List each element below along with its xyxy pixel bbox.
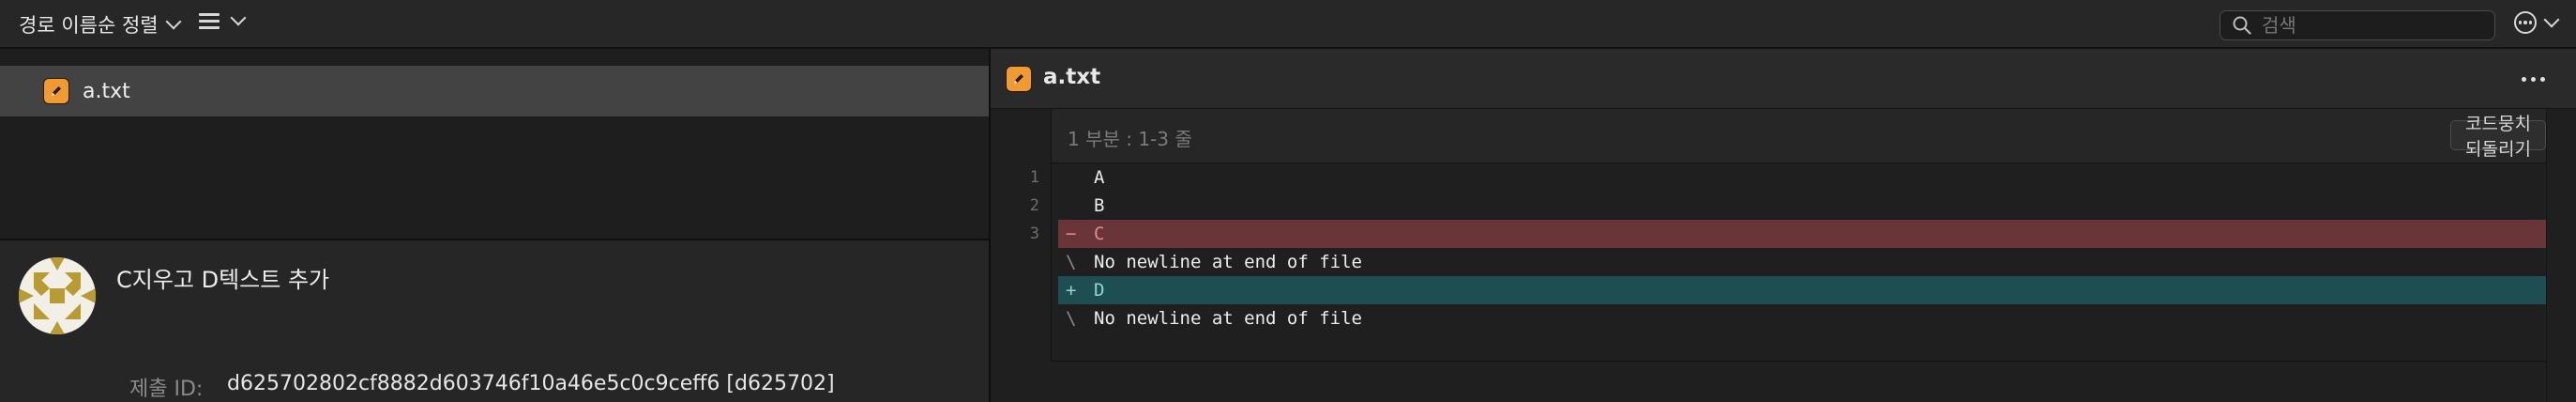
sort-label: 경로 이름순 정렬 [19, 14, 159, 37]
search-icon [2233, 16, 2251, 35]
more-options-button[interactable] [2514, 11, 2560, 34]
diff-line-text: No newline at end of file [1094, 252, 1362, 272]
file-list-item[interactable]: a.txt [0, 66, 989, 116]
hunk-header: 1 부분 : 1-3 줄 코드뭉치 되돌리기 [1051, 109, 2546, 163]
commit-details: C지우고 D텍스트 추가 제출 ID: d625702802cf8882d603… [0, 240, 989, 402]
sort-dropdown-button[interactable]: 경로 이름순 정렬 [19, 9, 182, 39]
deleted-line: 3 − C [991, 220, 2546, 248]
diff-header: a.txt [991, 49, 2576, 109]
pencil-icon [1006, 66, 1032, 92]
diff-line-text: No newline at end of file [1094, 308, 1362, 329]
diff-line-text: A [1094, 167, 1105, 188]
diff-lines: 1 A 2 B 3 − C \ No newline at end of file … [991, 163, 2546, 332]
line-number: 2 [1029, 196, 1039, 215]
added-line: + D [991, 276, 2546, 304]
commit-message: C지우고 D텍스트 추가 [116, 267, 330, 293]
file-name: a.txt [83, 79, 130, 103]
avatar [19, 257, 96, 334]
diff-marker: + [1066, 280, 1077, 301]
hunk-label: 1 부분 : 1-3 줄 [1068, 128, 1192, 150]
no-newline-note: \ No newline at end of file [991, 304, 2546, 332]
diff-file-title: a.txt [1043, 65, 1101, 89]
chevron-down-icon [2543, 11, 2560, 28]
chevron-down-icon [165, 13, 182, 30]
search-field[interactable] [2220, 10, 2495, 40]
search-input[interactable] [2260, 13, 2470, 38]
diff-marker: − [1066, 224, 1077, 244]
discard-hunk-button[interactable]: 코드뭉치 되돌리기 [2450, 115, 2546, 160]
vertical-scrollbar[interactable] [2546, 109, 2576, 402]
diff-marker: \ [1066, 308, 1077, 329]
no-newline-note: \ No newline at end of file [991, 248, 2546, 276]
diff-panel: a.txt 1 부분 : 1-3 줄 코드뭉치 되돌리기 1 A 2 B 3 −… [991, 49, 2576, 402]
more-icon[interactable] [2522, 77, 2545, 82]
pencil-icon [43, 78, 69, 104]
diff-marker: \ [1066, 252, 1077, 272]
diff-line-text: C [1094, 224, 1105, 244]
changed-files-panel: a.txt C지우고 D텍스트 추가 제출 ID: d625702802cf88… [0, 49, 989, 402]
diff-line-text: B [1094, 195, 1105, 216]
ellipsis-circle-icon [2514, 11, 2537, 34]
commit-id-label: 제출 ID: [129, 378, 204, 401]
commit-id-value: d625702802cf8882d603746f10a46e5c0c9ceff6… [227, 372, 835, 395]
diff-line: 1 A [991, 163, 2546, 192]
chevron-down-icon [230, 9, 247, 26]
view-options-button[interactable] [199, 9, 247, 30]
diff-line-text: D [1094, 280, 1105, 301]
diff-line: 2 B [991, 192, 2546, 220]
toolbar: 경로 이름순 정렬 [0, 0, 2576, 49]
diff-bottom-border [1051, 361, 2546, 362]
line-number: 1 [1029, 168, 1039, 187]
list-icon [199, 11, 220, 30]
line-number: 3 [1029, 224, 1039, 243]
